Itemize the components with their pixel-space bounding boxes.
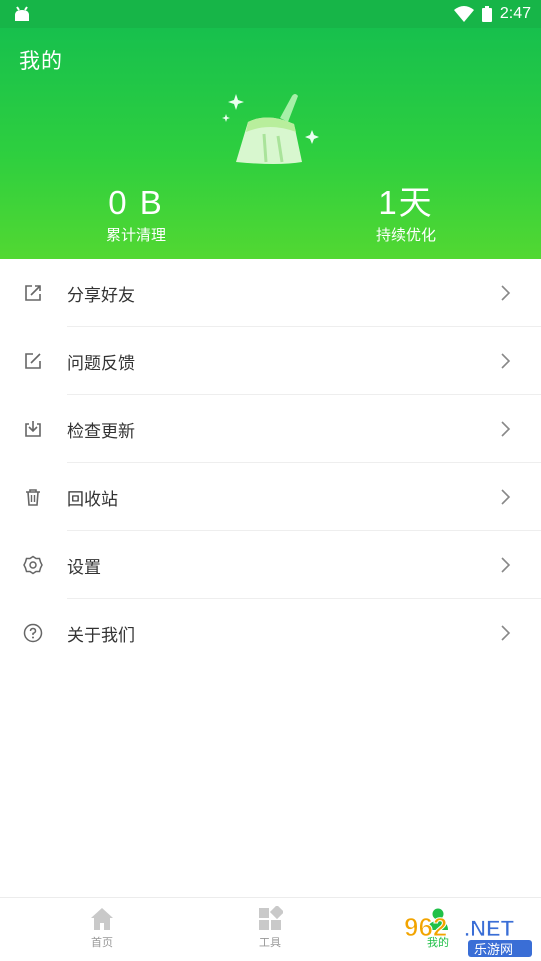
stat-optimized: 1天 持续优化 [326, 186, 486, 245]
stat-optimized-value: 1天 [378, 184, 434, 221]
chevron-right-icon [501, 557, 511, 573]
chevron-right-icon [501, 421, 511, 437]
wifi-icon [453, 6, 474, 22]
broom-icon [218, 88, 328, 170]
nav-tab-label: 工具 [259, 936, 281, 949]
menu-item-settings[interactable]: 设置 [0, 531, 541, 599]
menu-item-label: 分享好友 [67, 285, 135, 306]
menu-item-label: 关于我们 [67, 625, 135, 646]
menu-item-share[interactable]: 分享好友 [0, 259, 541, 327]
chevron-right-icon [501, 489, 511, 505]
menu-item-label: 设置 [67, 557, 101, 578]
page-title: 我的 [19, 49, 63, 73]
stat-optimized-label: 持续优化 [375, 226, 436, 244]
menu-item-about[interactable]: 关于我们 [0, 599, 541, 667]
nav-tab-label: 首页 [91, 936, 113, 949]
share-icon [25, 285, 41, 301]
chevron-right-icon [501, 625, 511, 641]
menu-item-recycle-bin[interactable]: 回收站 [0, 463, 541, 531]
menu-item-label: 检查更新 [67, 421, 135, 442]
menu-item-feedback[interactable]: 问题反馈 [0, 327, 541, 395]
home-icon [91, 908, 113, 930]
svg-text:962: 962 [404, 912, 447, 942]
svg-text:乐游网: 乐游网 [474, 943, 513, 958]
menu-item-label: 回收站 [67, 489, 118, 510]
status-right: 2:47 [453, 5, 531, 23]
chevron-right-icon [501, 285, 511, 301]
android-icon [15, 6, 29, 21]
status-bar: 2:47 [0, 0, 541, 28]
stat-cleaned-value: 0 B [108, 184, 164, 221]
settings-menu: 分享好友 问题反馈 检查更新 回收站 设置 关于我们 [0, 259, 541, 667]
stat-cleaned: 0 B 累计清理 [56, 186, 216, 245]
battery-icon [481, 6, 492, 22]
nav-tab-home[interactable]: 首页 [62, 906, 142, 950]
grid-icon [259, 906, 283, 930]
svg-text:.NET: .NET [464, 916, 515, 941]
status-time: 2:47 [499, 5, 531, 22]
menu-item-label: 问题反馈 [67, 353, 135, 374]
download-icon [25, 421, 41, 437]
gear-icon [23, 555, 43, 575]
menu-item-update[interactable]: 检查更新 [0, 395, 541, 463]
watermark-logo: 962 .NET 乐游网 [402, 910, 540, 958]
chevron-right-icon [501, 353, 511, 369]
edit-icon [25, 353, 41, 369]
stat-cleaned-label: 累计清理 [105, 226, 166, 244]
trash-icon [26, 489, 40, 506]
nav-tab-tools[interactable]: 工具 [230, 906, 310, 950]
help-icon [23, 623, 43, 643]
profile-header: 我的 0 B 累计清理 1天 持续优化 [0, 28, 541, 259]
